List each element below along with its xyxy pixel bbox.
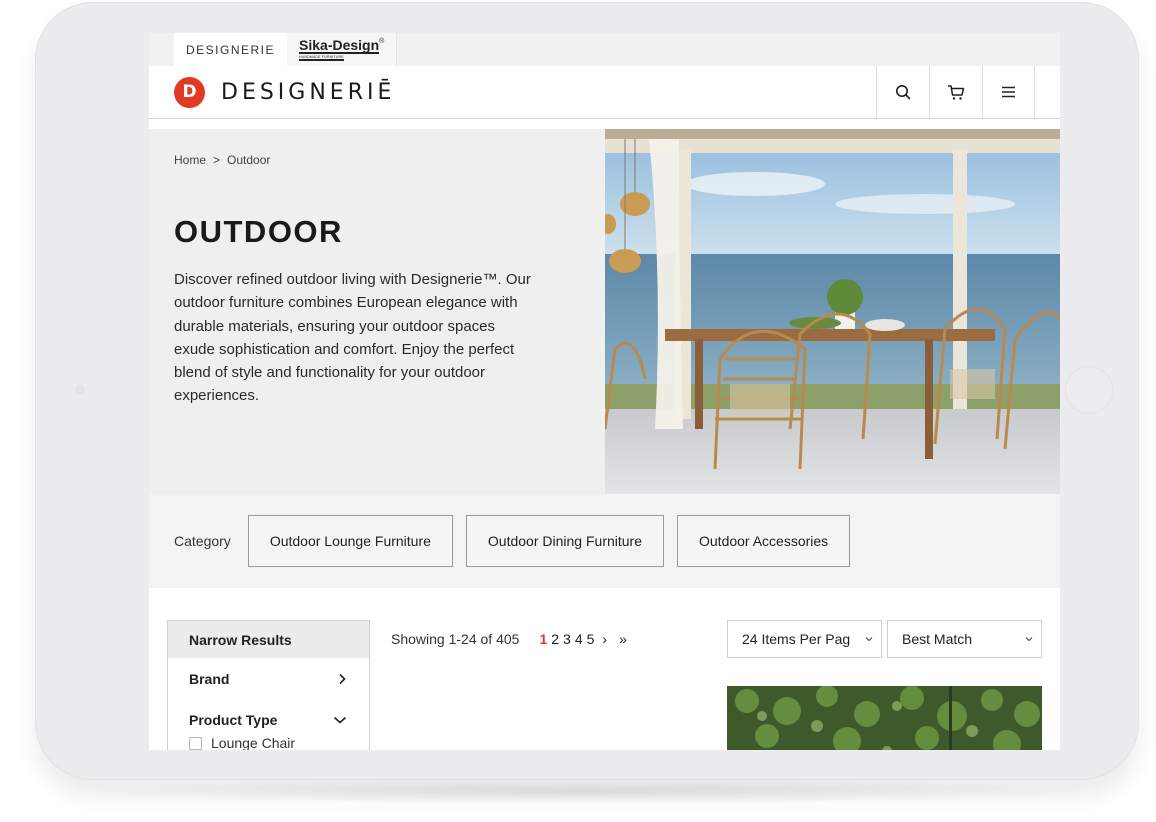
last-page-icon[interactable]: » <box>619 631 627 647</box>
screen: DESIGNERIE Sika-Design ® HANDMADE FURNIT… <box>149 33 1060 750</box>
category-bar: Category Outdoor Lounge Furniture Outdoo… <box>149 494 1060 588</box>
logo[interactable]: D DESIGNERIĒ <box>174 76 396 108</box>
tablet-shadow <box>60 778 1110 804</box>
sort-value: Best Match <box>902 631 973 647</box>
narrow-results-panel: Narrow Results Brand Product Type Lounge… <box>167 620 370 750</box>
page-link-1[interactable]: 1 <box>539 631 547 647</box>
brand-tab-sublabel: HANDMADE FURNITURE <box>299 55 344 61</box>
page-link-3[interactable]: 3 <box>563 631 571 647</box>
filter-brand[interactable]: Brand <box>168 658 369 699</box>
menu-button[interactable] <box>982 66 1035 118</box>
site-header: D DESIGNERIĒ <box>149 66 1060 119</box>
logo-mark: D <box>174 76 205 108</box>
pagination: 1 2 3 4 5 › » <box>539 631 626 647</box>
page-title: OUTDOOR <box>174 214 343 249</box>
search-icon <box>896 85 911 100</box>
category-outdoor-accessories-button[interactable]: Outdoor Accessories <box>677 515 851 567</box>
brand-tab-label: DESIGNERIE <box>186 42 276 57</box>
brand-tab-label: Sika-Design <box>299 37 380 54</box>
narrow-results-title: Narrow Results <box>168 621 369 658</box>
chevron-down-icon <box>333 716 347 724</box>
chevron-right-icon <box>339 673 346 684</box>
trademark-mark: ® <box>379 38 385 45</box>
camera-icon <box>75 384 85 394</box>
brand-tab-designerie[interactable]: DESIGNERIE <box>174 33 288 66</box>
category-outdoor-dining-button[interactable]: Outdoor Dining Furniture <box>465 515 664 567</box>
hero-image <box>605 129 1060 494</box>
results-summary: Showing 1-24 of 405 1 2 3 4 5 › » <box>391 631 627 647</box>
search-button[interactable] <box>876 66 929 118</box>
page-link-5[interactable]: 5 <box>587 631 595 647</box>
logo-text: DESIGNERIĒ <box>221 79 396 105</box>
chevron-down-icon <box>865 637 873 642</box>
filter-product-type[interactable]: Product Type <box>168 699 369 740</box>
header-icons <box>876 66 1035 118</box>
sort-select[interactable]: Best Match <box>887 620 1042 658</box>
home-button[interactable] <box>1065 366 1113 414</box>
menu-icon <box>1002 86 1015 98</box>
breadcrumb-current: Outdoor <box>227 153 271 167</box>
filter-option-label: Lounge Chair <box>211 735 296 750</box>
hero-text-panel: Home > Outdoor OUTDOOR Discover refined … <box>149 129 605 494</box>
chevron-down-icon <box>1025 637 1033 642</box>
results-section: Narrow Results Brand Product Type Lounge… <box>149 588 1060 750</box>
header-spacer <box>149 119 1060 129</box>
brand-tabs: DESIGNERIE Sika-Design ® HANDMADE FURNIT… <box>149 33 1060 66</box>
next-page-icon[interactable]: › <box>602 631 607 647</box>
filter-product-type-label: Product Type <box>189 711 278 728</box>
breadcrumb-home[interactable]: Home <box>174 153 206 167</box>
filter-option-lounge-chair[interactable]: Lounge Chair <box>168 735 369 750</box>
items-per-page-select[interactable]: 24 Items Per Pag <box>727 620 882 658</box>
cart-icon <box>948 84 965 100</box>
showing-count: Showing 1-24 of 405 <box>391 631 520 647</box>
items-per-page-value: 24 Items Per Pag <box>742 631 851 647</box>
page-link-4[interactable]: 4 <box>575 631 583 647</box>
checkbox[interactable] <box>189 736 202 750</box>
category-outdoor-lounge-button[interactable]: Outdoor Lounge Furniture <box>247 515 453 567</box>
brand-tab-sika-design[interactable]: Sika-Design ® HANDMADE FURNITURE <box>287 33 398 66</box>
cart-button[interactable] <box>929 66 982 118</box>
breadcrumb: Home > Outdoor <box>174 153 580 167</box>
hero-section: Home > Outdoor OUTDOOR Discover refined … <box>149 129 1060 494</box>
page-description: Discover refined outdoor living with Des… <box>174 271 531 405</box>
product-image[interactable] <box>727 686 1042 750</box>
category-label: Category <box>174 533 231 549</box>
filter-brand-label: Brand <box>189 670 230 687</box>
page-link-2[interactable]: 2 <box>551 631 559 647</box>
breadcrumb-separator-icon: > <box>213 153 221 167</box>
